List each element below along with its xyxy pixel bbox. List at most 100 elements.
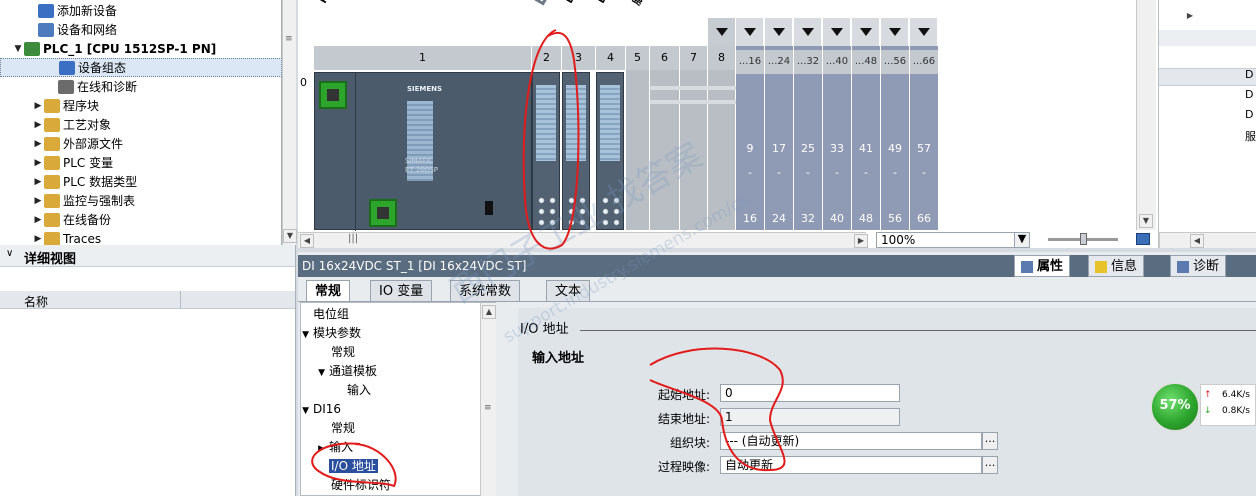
nav-item[interactable]: 常规 [331, 343, 355, 362]
slot-header[interactable]: 8 [708, 46, 736, 70]
scroll-left-icon[interactable] [708, 18, 736, 46]
extended-slot[interactable]: ...32 25 - 32 [794, 46, 823, 230]
browse-button[interactable]: ... [982, 456, 998, 474]
tree-item[interactable]: ▶ 程序块 [0, 96, 282, 115]
arrow-right-icon[interactable]: ▶ [1183, 10, 1197, 24]
expand-right-icon[interactable]: ▶ [32, 215, 44, 225]
tree-item[interactable]: ▼ PLC_1 [CPU 1512SP-1 PN] [0, 39, 282, 58]
catalog-hscrollbar[interactable]: ◀ [1159, 232, 1256, 248]
tree-item[interactable]: ▶ 监控与强制表 [0, 191, 282, 210]
module-top-label[interactable]: PL [318, 0, 334, 6]
slot-dropdown-icon[interactable] [823, 18, 851, 46]
slot-dropdown-icon[interactable] [852, 18, 880, 46]
expand-right-icon[interactable]: ▶ [32, 101, 44, 111]
catalog-item[interactable]: 服 [1245, 128, 1256, 144]
expand-right-icon[interactable]: ▶ [32, 234, 44, 244]
tree-item[interactable]: 在线和诊断 [0, 77, 282, 96]
address-field[interactable]: 自动更新 [720, 456, 982, 474]
device-vscrollbar[interactable]: ▼ [1136, 0, 1156, 230]
scroll-grip-icon[interactable]: ≡ [484, 403, 492, 413]
detail-header[interactable]: ∨ 详细视图 [0, 245, 295, 267]
extended-slot[interactable]: ...48 41 - 48 [852, 46, 881, 230]
column-divider[interactable] [180, 291, 181, 309]
properties-tab[interactable]: 常规 [306, 280, 351, 302]
nav-scrollbar[interactable]: ▲ ≡ [480, 303, 496, 496]
slot-header[interactable]: 1 [314, 46, 532, 70]
tree-item[interactable]: ▶ 在线备份 [0, 210, 282, 229]
catalog-item[interactable]: D [1245, 68, 1253, 81]
tree-item[interactable]: 设备组态 [0, 58, 282, 77]
nav-item[interactable]: ▼ 通道模板 [301, 362, 377, 381]
chevron-down-icon[interactable]: ∨ [6, 248, 13, 259]
slot-dropdown-icon[interactable] [736, 18, 764, 46]
address-field[interactable]: --- (自动更新) [720, 432, 982, 450]
expand-down-icon[interactable]: ▼ [301, 364, 329, 383]
slot-header[interactable]: 3 [562, 46, 596, 70]
tree-scrollbar[interactable]: ▼ ≡ [282, 0, 297, 245]
address-field[interactable]: 0 [720, 384, 900, 402]
slot-header[interactable]: 7 [680, 46, 708, 70]
scroll-grip-icon[interactable]: ≡ [285, 34, 293, 44]
slot-header[interactable]: 6 [650, 46, 680, 70]
slot-dropdown-icon[interactable] [765, 18, 793, 46]
extended-slot[interactable]: ...66 57 - 66 [910, 46, 939, 230]
module-top-label[interactable]: DI [564, 0, 580, 6]
zoom-slider-thumb[interactable] [1080, 233, 1087, 245]
nav-item[interactable]: 常规 [331, 419, 355, 438]
slot-header[interactable]: 4 [596, 46, 626, 70]
nav-item[interactable]: I/O 地址 [329, 457, 378, 476]
catalog-item[interactable]: D [1245, 88, 1253, 101]
expand-down-icon[interactable]: ▼ [301, 402, 313, 421]
tree-item[interactable]: 设备和网络 [0, 20, 282, 39]
catalog-item[interactable]: D [1245, 108, 1253, 121]
interface-module[interactable]: SIEMENS SIMATIC ET 200SP [314, 72, 532, 231]
expand-right-icon[interactable]: ▶ [32, 196, 44, 206]
scroll-grip-icon[interactable]: ||| [348, 233, 358, 244]
scroll-up-icon[interactable]: ▲ [482, 305, 496, 319]
module-top-label[interactable]: DI [596, 0, 612, 6]
expand-down-icon[interactable]: ▼ [12, 44, 24, 54]
expand-right-icon[interactable]: ▶ [301, 440, 329, 459]
tree-item[interactable]: ▶ 外部源文件 [0, 134, 282, 153]
slot-dropdown-icon[interactable] [910, 18, 938, 46]
inspector-tab[interactable]: 属性 [1014, 255, 1071, 277]
fit-view-icon[interactable] [1136, 233, 1150, 245]
scroll-down-icon[interactable]: ▼ [1139, 214, 1153, 228]
expand-right-icon[interactable]: ▶ [32, 120, 44, 130]
inspector-tab[interactable]: 信息 [1088, 255, 1145, 277]
extended-slot[interactable]: ...40 33 - 40 [823, 46, 852, 230]
slot-dropdown-icon[interactable] [794, 18, 822, 46]
tree-item[interactable]: ▶ 工艺对象 [0, 115, 282, 134]
nav-item[interactable]: ▼ 模块参数 [301, 324, 361, 343]
expand-right-icon[interactable]: ▶ [32, 139, 44, 149]
column-name[interactable]: 名称 [24, 293, 48, 310]
expand-right-icon[interactable]: ▶ [32, 177, 44, 187]
module-top-label[interactable]: 服 [628, 0, 646, 8]
slot-dropdown-icon[interactable] [881, 18, 909, 46]
expand-down-icon[interactable]: ▼ [301, 326, 313, 345]
browse-button[interactable]: ... [982, 432, 998, 450]
scroll-left-icon[interactable]: ◀ [300, 234, 314, 248]
extended-slot[interactable]: ...56 49 - 56 [881, 46, 910, 230]
slot-header[interactable]: 5 [626, 46, 650, 70]
expand-right-icon[interactable]: ▶ [32, 158, 44, 168]
tree-item[interactable]: 添加新设备 [0, 1, 282, 20]
zoom-dropdown-icon[interactable]: ▼ [1014, 232, 1030, 248]
scroll-left-icon[interactable]: ◀ [1190, 234, 1204, 248]
scroll-right-icon[interactable]: ▶ [854, 234, 868, 248]
nav-item[interactable]: ▶ 输入 [301, 438, 353, 457]
nav-item[interactable]: 输入 [347, 381, 371, 400]
slot-header[interactable]: 2 [532, 46, 562, 70]
module-top-label[interactable]: DI [534, 0, 552, 6]
inspector-tab[interactable]: 诊断 [1170, 255, 1227, 277]
tree-item[interactable]: ▶ PLC 变量 [0, 153, 282, 172]
nav-item[interactable]: ▼ DI16 [301, 400, 341, 419]
network-monitor[interactable]: 57% ↑ 6.4K/s ↓ 0.8K/s [1150, 378, 1256, 438]
extended-slot[interactable]: ...24 17 - 24 [765, 46, 794, 230]
zoom-select[interactable]: 100% [876, 232, 1030, 248]
tree-item[interactable]: ▶ PLC 数据类型 [0, 172, 282, 191]
nav-item[interactable]: 电位组 [313, 305, 349, 324]
nav-item[interactable]: 硬件标识符 [331, 476, 391, 495]
properties-tab[interactable]: IO 变量 [370, 280, 433, 302]
scroll-down-icon[interactable]: ▼ [283, 229, 297, 243]
